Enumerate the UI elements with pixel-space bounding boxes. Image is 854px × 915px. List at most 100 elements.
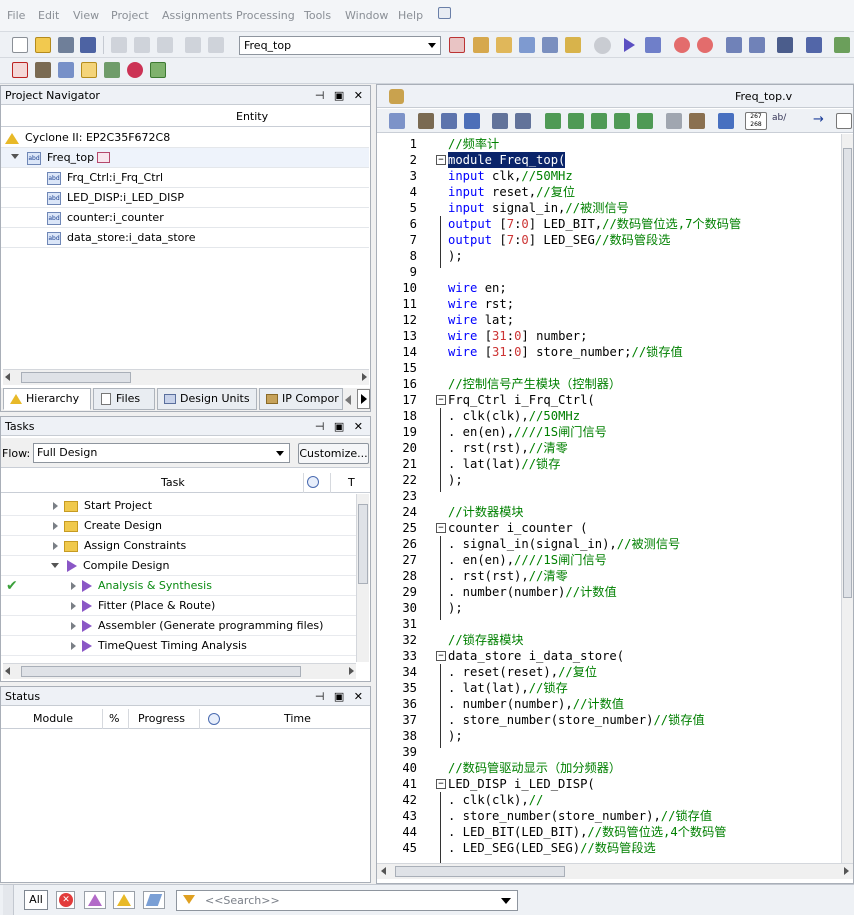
code-line[interactable]: 35 . lat(lat),//锁存	[377, 680, 841, 696]
edit-pen-icon[interactable]	[58, 62, 74, 78]
menu-file[interactable]: File	[7, 9, 25, 22]
fold-toggle-icon[interactable]: −	[436, 155, 446, 165]
menu-view[interactable]: View	[73, 9, 99, 22]
code-line[interactable]: 25 − counter i_counter (	[377, 520, 841, 536]
status-column-header[interactable]: Module % Progress Time	[1, 709, 370, 729]
messages-side-handle[interactable]	[3, 885, 14, 915]
code-line[interactable]: 5 input signal_in,//被测信号	[377, 200, 841, 216]
entity-select[interactable]: Freq_top	[239, 36, 441, 55]
task-column-header[interactable]: Task T	[1, 473, 370, 493]
code-line[interactable]: 32 //锁存器模块	[377, 632, 841, 648]
entity-row[interactable]: abd data_store:i_data_store	[1, 228, 369, 248]
replace-icon[interactable]	[441, 113, 457, 129]
task-row-fitter[interactable]: Fitter (Place & Route)	[1, 596, 357, 616]
flow-select[interactable]: Full Design	[33, 443, 290, 463]
menu-window[interactable]: Window	[345, 9, 388, 22]
code-line[interactable]: 16 //控制信号产生模块（控制器）	[377, 376, 841, 392]
scrollbar-thumb[interactable]	[843, 148, 852, 598]
code-line[interactable]: 27 . en(en),////1S闸门信号	[377, 552, 841, 568]
scrollbar-thumb[interactable]	[358, 504, 368, 584]
find-icon[interactable]	[418, 113, 434, 129]
check-report-icon[interactable]	[150, 62, 166, 78]
task-row-analysis-synthesis[interactable]: ✔ Analysis & Synthesis	[1, 576, 357, 596]
design-partition-icon[interactable]	[542, 37, 558, 53]
fold-toggle-icon[interactable]: −	[436, 779, 446, 789]
fold-toggle-icon[interactable]: −	[436, 651, 446, 661]
code-line[interactable]: 37 . store_number(store_number)//锁存值	[377, 712, 841, 728]
pin-planner-icon[interactable]	[473, 37, 489, 53]
code-line[interactable]: 31	[377, 616, 841, 632]
redo-icon[interactable]	[208, 37, 224, 53]
scrollbar-thumb[interactable]	[395, 866, 565, 877]
expand-arrow-icon[interactable]	[71, 642, 76, 650]
code-line[interactable]: 29 . number(number)//计数值	[377, 584, 841, 600]
sopc-builder-icon[interactable]	[806, 37, 822, 53]
timing-wizard-icon[interactable]	[697, 37, 713, 53]
code-line[interactable]: 6 output [7:0] LED_BIT,//数码管位选,7个数码管	[377, 216, 841, 232]
timequest-icon[interactable]	[565, 37, 581, 53]
customize-button[interactable]: Customize...	[298, 443, 369, 464]
code-area[interactable]: 1//频率计 2− module Freq_top(3 input clk,//50M…	[377, 134, 841, 863]
cut-icon[interactable]	[111, 37, 127, 53]
chip-planner-icon[interactable]	[449, 37, 465, 53]
code-line[interactable]: 33 − data_store i_data_store(	[377, 648, 841, 664]
menu-project[interactable]: Project	[111, 9, 149, 22]
code-line[interactable]: 42 . clk(clk),//	[377, 792, 841, 808]
attach-icon[interactable]	[666, 113, 682, 129]
code-line[interactable]: 9	[377, 264, 841, 280]
task-row-assembler[interactable]: Assembler (Generate programming files)	[1, 616, 357, 636]
task-row-assign-constraints[interactable]: Assign Constraints	[1, 536, 357, 556]
undo-icon[interactable]	[185, 37, 201, 53]
editor-file-name[interactable]: Freq_top.v	[735, 90, 792, 103]
chip-icon[interactable]	[12, 62, 28, 78]
goto-line-icon[interactable]	[464, 113, 480, 129]
entity-row[interactable]: abd Frq_Ctrl:i_Frq_Ctrl	[1, 168, 369, 188]
code-line[interactable]: 15	[377, 360, 841, 376]
tab-design-units[interactable]: Design Units	[157, 388, 257, 410]
scroll-left-icon[interactable]	[381, 867, 386, 875]
tasks-vertical-scrollbar[interactable]	[356, 494, 369, 662]
code-line[interactable]: 39	[377, 744, 841, 760]
editor-horizontal-scrollbar[interactable]	[377, 863, 853, 879]
netlist-viewer-icon[interactable]	[749, 37, 765, 53]
expand-arrow-icon[interactable]	[71, 602, 76, 610]
word-wrap-icon[interactable]: ab/	[772, 113, 790, 129]
menu-tools[interactable]: Tools	[304, 9, 331, 22]
programmer-icon[interactable]	[777, 37, 793, 53]
bookmark-icon[interactable]	[545, 113, 561, 129]
device-row[interactable]: Cyclone II: EP2C35F672C8	[1, 128, 369, 148]
code-line[interactable]: 13 wire [31:0] number;	[377, 328, 841, 344]
assignment-editor-icon[interactable]	[496, 37, 512, 53]
bookmark-next-icon[interactable]	[568, 113, 584, 129]
scrollbar-thumb[interactable]	[21, 372, 131, 383]
code-line[interactable]: 3 input clk,//50MHz	[377, 168, 841, 184]
code-line[interactable]: 26 . signal_in(signal_in),//被测信号	[377, 536, 841, 552]
arrow-right-icon[interactable]: →	[813, 113, 829, 129]
start-compilation-icon[interactable]	[624, 38, 635, 52]
code-line[interactable]: 30);	[377, 600, 841, 616]
code-line[interactable]: 7 output [7:0] LED_SEG//数码管段选	[377, 232, 841, 248]
code-line[interactable]: 24 //计数器模块	[377, 504, 841, 520]
task-row-timequest[interactable]: TimeQuest Timing Analysis	[1, 636, 357, 656]
scroll-right-icon[interactable]	[844, 867, 849, 875]
menu-processing[interactable]: Processing	[236, 9, 295, 22]
task-row-compile-design[interactable]: Compile Design	[1, 556, 357, 576]
megawizard-icon[interactable]	[834, 37, 850, 53]
top-entity-row[interactable]: abd Freq_top	[1, 148, 369, 168]
template-icon[interactable]	[689, 113, 705, 129]
code-line[interactable]: 4 input reset,//复位	[377, 184, 841, 200]
layout-icon[interactable]	[104, 62, 120, 78]
expand-arrow-icon[interactable]	[53, 522, 58, 530]
editor-vertical-scrollbar[interactable]	[841, 134, 853, 863]
code-line[interactable]: 40 //数码管驱动显示（加分频器）	[377, 760, 841, 776]
warning-filter-button[interactable]	[113, 891, 135, 909]
line-number-icon[interactable]: 267 268	[745, 112, 767, 130]
fold-toggle-icon[interactable]: −	[436, 523, 446, 533]
expand-arrow-icon[interactable]	[53, 542, 58, 550]
save-icon[interactable]	[58, 37, 74, 53]
code-line[interactable]: 43 . store_number(store_number),//锁存值	[377, 808, 841, 824]
refresh-icon[interactable]	[127, 62, 143, 78]
entity-row[interactable]: abd LED_DISP:i_LED_DISP	[1, 188, 369, 208]
expand-arrow-icon[interactable]	[71, 622, 76, 630]
chevron-down-icon[interactable]	[501, 898, 511, 904]
